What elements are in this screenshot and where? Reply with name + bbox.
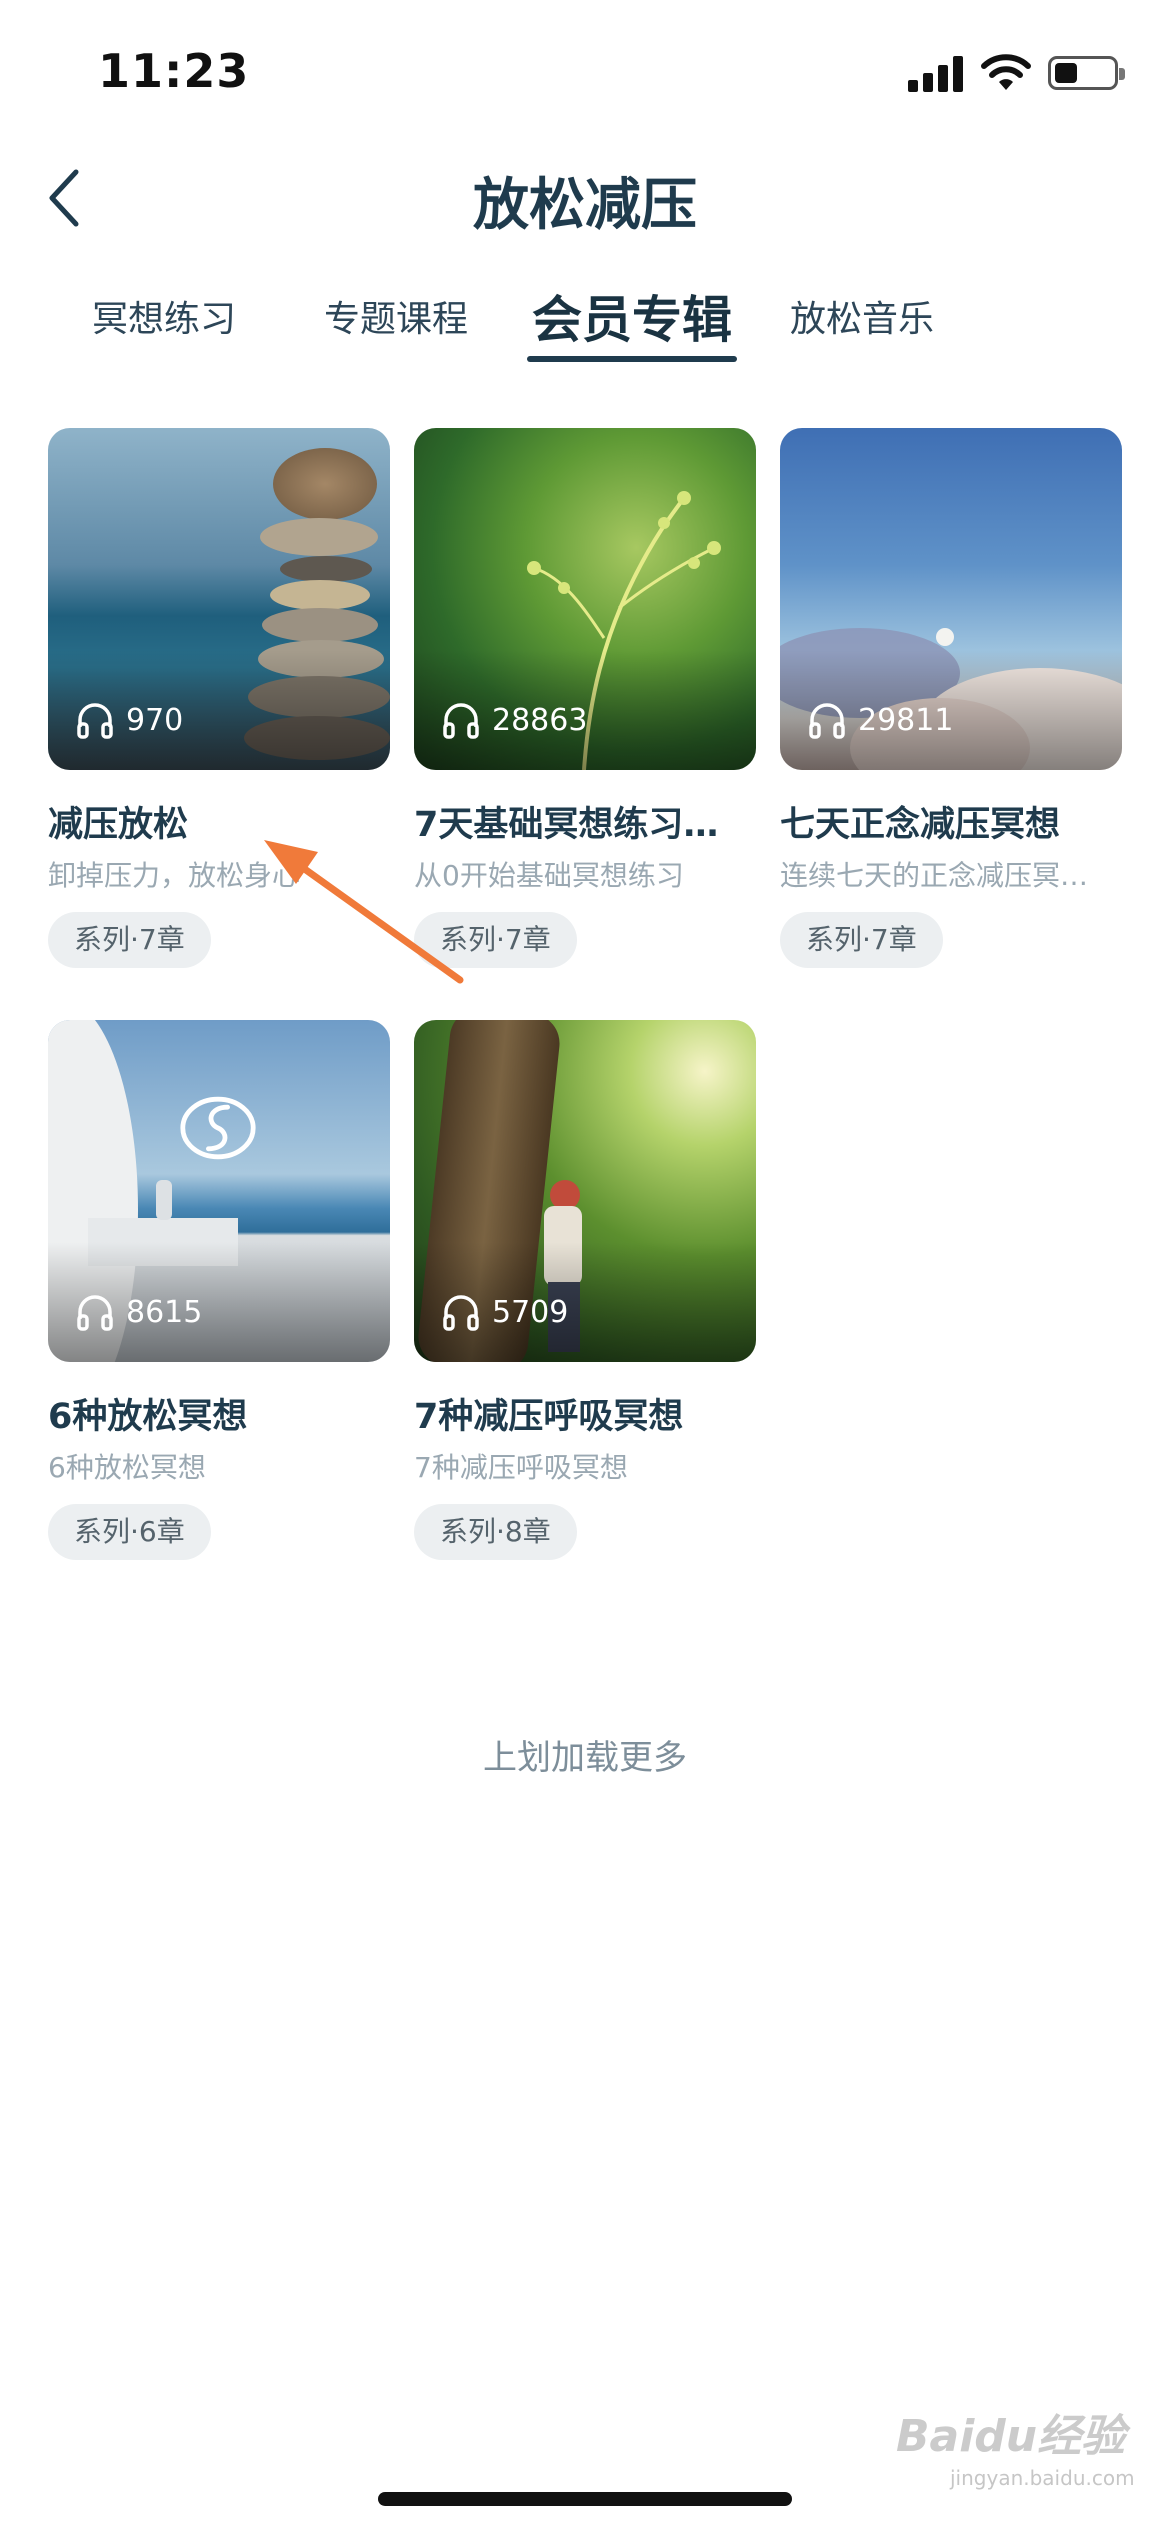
baidu-watermark: Baidu经验: [896, 2411, 1126, 2462]
album-title: 减压放松: [48, 805, 189, 845]
play-count-value: 29811: [858, 702, 954, 738]
load-more-hint: 上划加载更多: [483, 1738, 687, 1778]
album-title: 6种放松冥想: [48, 1397, 248, 1437]
play-count: 8615: [74, 1288, 202, 1336]
play-count-value: 28863: [492, 702, 588, 738]
album-subtitle: 连续七天的正念减压冥…: [780, 859, 1089, 892]
album-cover: 28863: [414, 428, 756, 770]
album-title: 7种减压呼吸冥想: [414, 1397, 684, 1437]
album-cover: 29811: [780, 428, 1122, 770]
album-subtitle: 卸掉压力，放松身心: [48, 859, 301, 892]
series-badge: 系列·7章: [780, 912, 943, 968]
album-title: 7天基础冥想练习…: [414, 805, 719, 845]
play-count: 28863: [440, 696, 587, 744]
album-cover: 8615: [48, 1020, 390, 1362]
series-badge: 系列·7章: [48, 912, 211, 968]
series-badge: 系列·6章: [48, 1504, 211, 1560]
album-subtitle: 7种减压呼吸冥想: [414, 1451, 628, 1484]
battery-icon: [1048, 56, 1125, 90]
play-count-value: 970: [126, 702, 184, 738]
album-title: 七天正念减压冥想: [780, 805, 1061, 845]
play-count-value: 8615: [126, 1294, 203, 1330]
album-card[interactable]: 5709 7种减压呼吸冥想 7种减压呼吸冥想 系列·8章: [414, 1020, 756, 1580]
play-count: 970: [74, 696, 183, 744]
album-card[interactable]: 970 减压放松 卸掉压力，放松身心 系列·7章: [48, 428, 390, 988]
headphones-icon: [443, 1295, 479, 1331]
tab-member-albums[interactable]: 会员专辑: [532, 280, 732, 352]
active-tab-indicator: [527, 356, 737, 362]
wifi-icon: [981, 54, 1031, 90]
logo-icon: [180, 1096, 256, 1160]
tab-meditation-practice[interactable]: 冥想练习: [92, 290, 236, 342]
tab-relax-music[interactable]: 放松音乐: [790, 290, 934, 342]
status-bar: 11:23: [0, 0, 1170, 150]
album-card[interactable]: 28863 7天基础冥想练习… 从0开始基础冥想练习 系列·7章: [414, 428, 756, 988]
series-badge: 系列·7章: [414, 912, 577, 968]
album-subtitle: 从0开始基础冥想练习: [414, 859, 684, 892]
album-card[interactable]: 8615 6种放松冥想 6种放松冥想 系列·6章: [48, 1020, 390, 1580]
play-count: 5709: [440, 1288, 568, 1336]
status-time: 11:23: [98, 44, 250, 98]
home-indicator[interactable]: [378, 2492, 792, 2506]
album-cover: 970: [48, 428, 390, 770]
play-count: 29811: [806, 696, 953, 744]
tab-topic-courses[interactable]: 专题课程: [324, 290, 468, 342]
headphones-icon: [809, 703, 845, 739]
headphones-icon: [77, 703, 113, 739]
page-title: 放松减压: [473, 173, 697, 238]
series-badge: 系列·8章: [414, 1504, 577, 1560]
album-card[interactable]: 29811 七天正念减压冥想 连续七天的正念减压冥… 系列·7章: [780, 428, 1122, 988]
play-count-value: 5709: [492, 1294, 569, 1330]
album-subtitle: 6种放松冥想: [48, 1451, 206, 1484]
headphones-icon: [443, 703, 479, 739]
watermark-url: jingyan.baidu.com: [950, 2466, 1135, 2490]
album-cover: 5709: [414, 1020, 756, 1362]
headphones-icon: [77, 1295, 113, 1331]
signal-icon: [908, 56, 964, 92]
